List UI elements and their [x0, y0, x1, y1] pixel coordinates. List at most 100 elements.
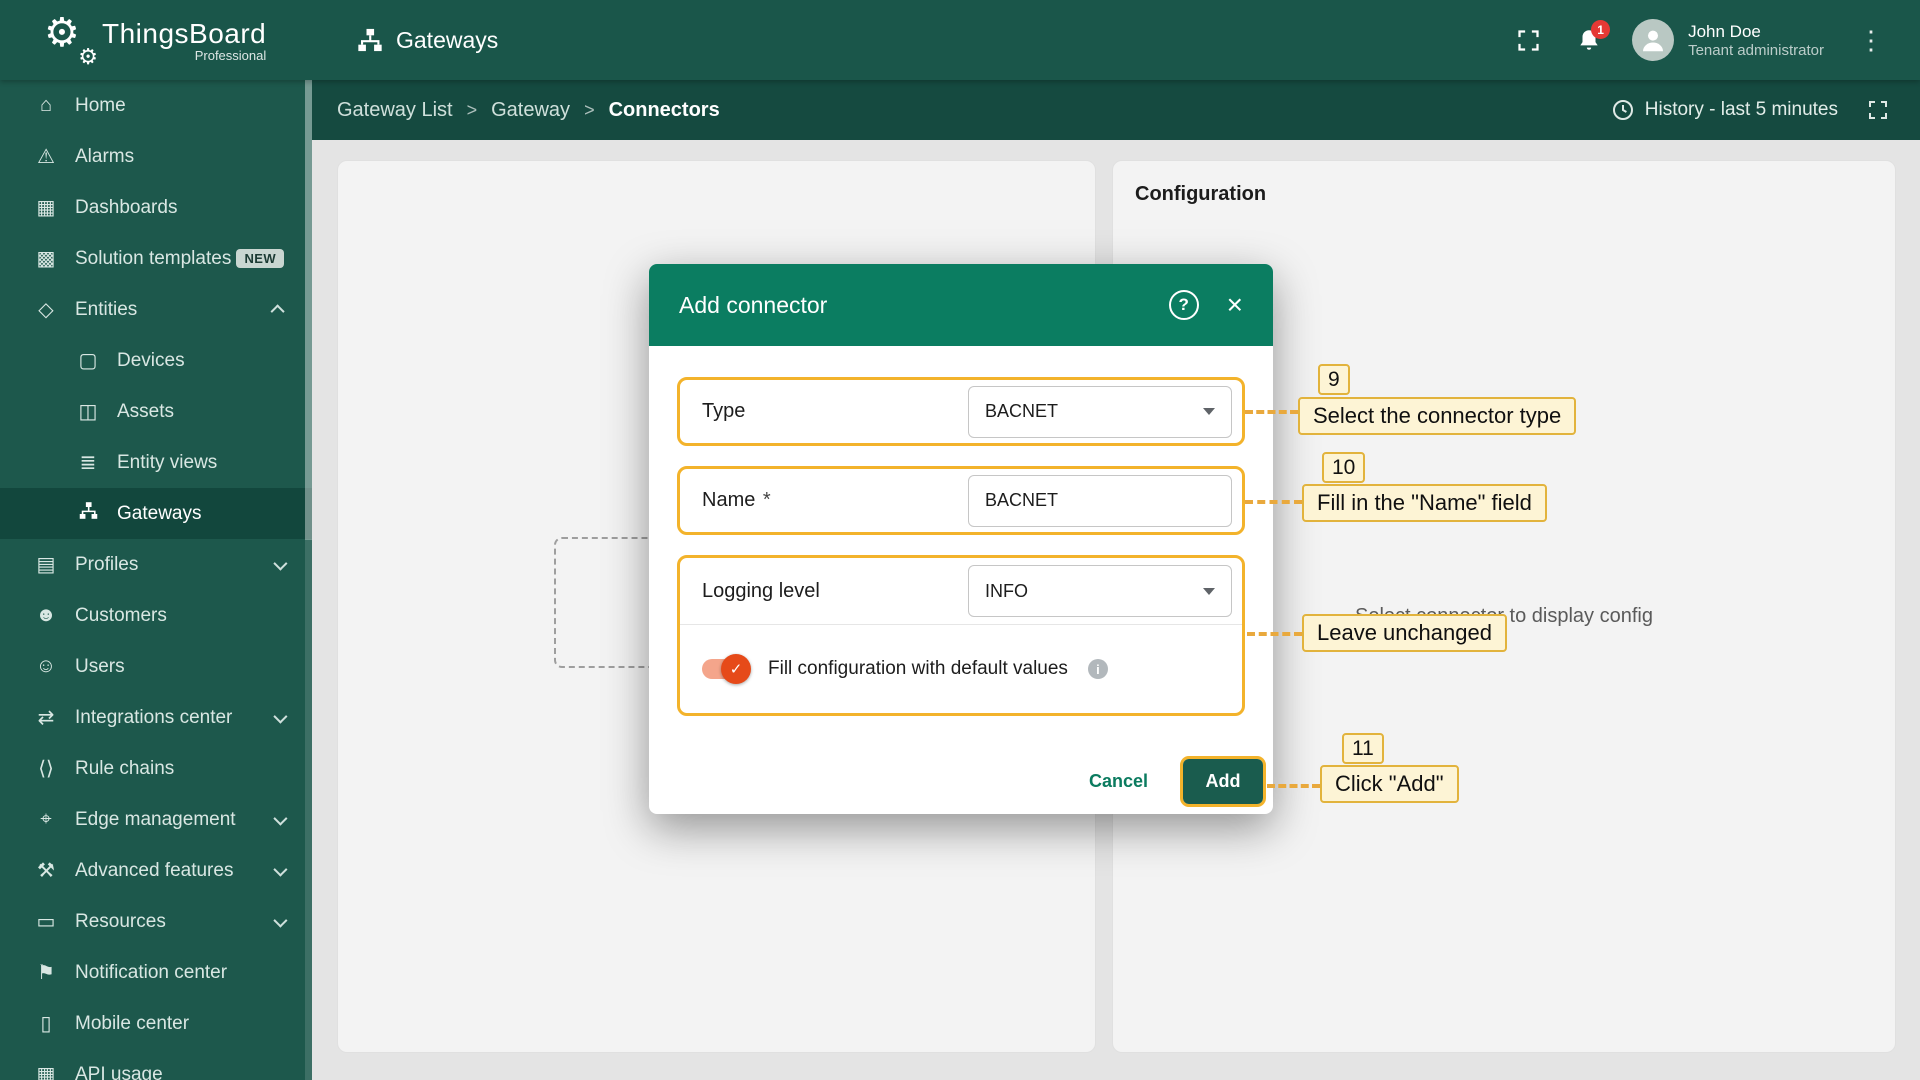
sidebar-item-label: Solution templates: [75, 248, 231, 270]
sidebar-item-label: Entity views: [117, 452, 217, 474]
app-root: ⚙ ⚙ ThingsBoard Professional Gateways 1 …: [0, 0, 1920, 1080]
sidebar-item-label: Users: [75, 656, 125, 678]
notification-badge: 1: [1591, 20, 1610, 39]
sidebar-item-profiles[interactable]: ▤ Profiles: [0, 539, 312, 590]
history-label: History - last 5 minutes: [1645, 99, 1838, 121]
name-label: Name *: [702, 489, 771, 512]
sidebar-item-customers[interactable]: ☻ Customers: [0, 590, 312, 641]
assets-icon: ◫: [72, 399, 104, 424]
sidebar-item-gateways[interactable]: Gateways: [0, 488, 312, 539]
api-usage-icon: ▦: [30, 1062, 62, 1080]
sidebar-item-integrations-center[interactable]: ⇄ Integrations center: [0, 692, 312, 743]
page-title-label: Gateways: [396, 27, 498, 54]
sidebar-item-api-usage[interactable]: ▦ API usage: [0, 1049, 312, 1080]
user-name: John Doe: [1688, 22, 1824, 42]
configuration-title: Configuration: [1135, 183, 1266, 206]
more-menu-button[interactable]: ⋮: [1858, 25, 1884, 56]
type-value: BACNET: [985, 401, 1058, 422]
sidebar-item-advanced-features[interactable]: ⚒ Advanced features: [0, 845, 312, 896]
annotation-connector-line: [1247, 632, 1302, 636]
profiles-icon: ▤: [30, 552, 62, 577]
sidebar-item-notification-center[interactable]: ⚑ Notification center: [0, 947, 312, 998]
sidebar: ⌂ Home ⚠ Alarms ▦ Dashboards ▩ Solution …: [0, 80, 312, 1080]
add-button[interactable]: Add: [1183, 759, 1263, 804]
sidebar-item-users[interactable]: ☺ Users: [0, 641, 312, 692]
annotation-leave-unchanged: Leave unchanged: [1302, 614, 1507, 652]
edge-management-icon: ⌖: [30, 808, 62, 831]
clock-icon: [1611, 98, 1635, 122]
annotation-click-add: Click "Add": [1320, 765, 1459, 803]
logging-level-value: INFO: [985, 581, 1028, 602]
type-select[interactable]: BACNET: [968, 386, 1232, 438]
help-icon[interactable]: ?: [1169, 290, 1199, 320]
logo-subtitle: Professional: [195, 48, 267, 63]
sidebar-scrollbar[interactable]: [305, 80, 312, 1080]
breadcrumb-bar: Gateway List > Gateway > Connectors Hist…: [312, 80, 1920, 140]
annotation-connector-line: [1245, 500, 1302, 504]
fullscreen-button[interactable]: [1515, 27, 1542, 54]
new-badge: NEW: [236, 249, 284, 268]
add-connector-dialog: Add connector ? × Type BACNET Name *: [649, 264, 1273, 814]
sidebar-item-label: API usage: [75, 1064, 163, 1080]
sidebar-item-entities[interactable]: ◇ Entities: [0, 284, 312, 335]
sidebar-item-label: Home: [75, 95, 126, 117]
fill-defaults-toggle[interactable]: ✓: [702, 659, 748, 679]
integrations-icon: ⇄: [30, 705, 62, 730]
step-number-9: 9: [1318, 364, 1350, 395]
chevron-down-icon: [273, 811, 287, 825]
sidebar-item-label: Devices: [117, 350, 185, 372]
fill-defaults-label: Fill configuration with default values: [768, 658, 1068, 680]
warning-icon: ⚠: [30, 144, 62, 169]
flag-icon: ⚑: [30, 960, 62, 985]
sidebar-item-mobile-center[interactable]: ▯ Mobile center: [0, 998, 312, 1049]
sidebar-item-label: Dashboards: [75, 197, 177, 219]
chevron-down-icon: [273, 862, 287, 876]
breadcrumb-gateway-list[interactable]: Gateway List: [337, 99, 453, 122]
sidebar-item-dashboards[interactable]: ▦ Dashboards: [0, 182, 312, 233]
avatar[interactable]: [1632, 19, 1674, 61]
sidebar-item-label: Profiles: [75, 554, 138, 576]
rule-chains-icon: ⟨⟩: [30, 756, 62, 781]
sidebar-item-entity-views[interactable]: ≣ Entity views: [0, 437, 312, 488]
home-icon: ⌂: [30, 94, 62, 117]
scrollbar-thumb[interactable]: [305, 80, 312, 540]
name-label-text: Name: [702, 489, 755, 511]
thingsboard-logo[interactable]: ⚙ ⚙ ThingsBoard Professional: [44, 14, 312, 66]
breadcrumb-gateway[interactable]: Gateway: [491, 99, 570, 122]
logging-section-highlight: Logging level INFO ✓ Fill configuration …: [677, 555, 1245, 716]
history-selector[interactable]: History - last 5 minutes: [1611, 98, 1838, 122]
sidebar-item-label: Advanced features: [75, 860, 233, 882]
sidebar-item-label: Notification center: [75, 962, 227, 984]
sidebar-item-alarms[interactable]: ⚠ Alarms: [0, 131, 312, 182]
sidebar-item-home[interactable]: ⌂ Home: [0, 80, 312, 131]
logging-level-select[interactable]: INFO: [968, 565, 1232, 617]
gear-big-icon: ⚙: [44, 10, 80, 56]
close-icon[interactable]: ×: [1227, 291, 1243, 319]
required-asterisk: *: [763, 489, 771, 511]
user-role: Tenant administrator: [1688, 42, 1824, 59]
sidebar-item-devices[interactable]: ▢ Devices: [0, 335, 312, 386]
breadcrumb-separator: >: [467, 100, 478, 121]
breadcrumb-connectors: Connectors: [609, 99, 720, 122]
sidebar-item-rule-chains[interactable]: ⟨⟩ Rule chains: [0, 743, 312, 794]
user-info[interactable]: John Doe Tenant administrator: [1688, 22, 1824, 59]
cancel-button[interactable]: Cancel: [1079, 763, 1158, 800]
sidebar-item-label: Alarms: [75, 146, 134, 168]
chevron-down-icon: [1203, 588, 1215, 595]
user-icon: [1638, 25, 1668, 55]
step-number-11: 11: [1342, 733, 1384, 764]
advanced-features-icon: ⚒: [30, 858, 62, 883]
sidebar-item-edge-management[interactable]: ⌖ Edge management: [0, 794, 312, 845]
sidebar-item-resources[interactable]: ▭ Resources: [0, 896, 312, 947]
sidebar-item-assets[interactable]: ◫ Assets: [0, 386, 312, 437]
gateways-icon: [356, 26, 384, 54]
panel-fullscreen-button[interactable]: [1866, 98, 1890, 122]
sidebar-item-solution-templates[interactable]: ▩ Solution templates NEW: [0, 233, 312, 284]
dashboards-icon: ▦: [30, 195, 62, 220]
name-input[interactable]: [968, 475, 1232, 527]
info-glyph: i: [1096, 662, 1100, 677]
logo-title: ThingsBoard: [102, 18, 266, 50]
logging-level-label: Logging level: [702, 580, 820, 603]
notifications-button[interactable]: 1: [1576, 27, 1602, 53]
step-number-10: 10: [1322, 452, 1365, 483]
